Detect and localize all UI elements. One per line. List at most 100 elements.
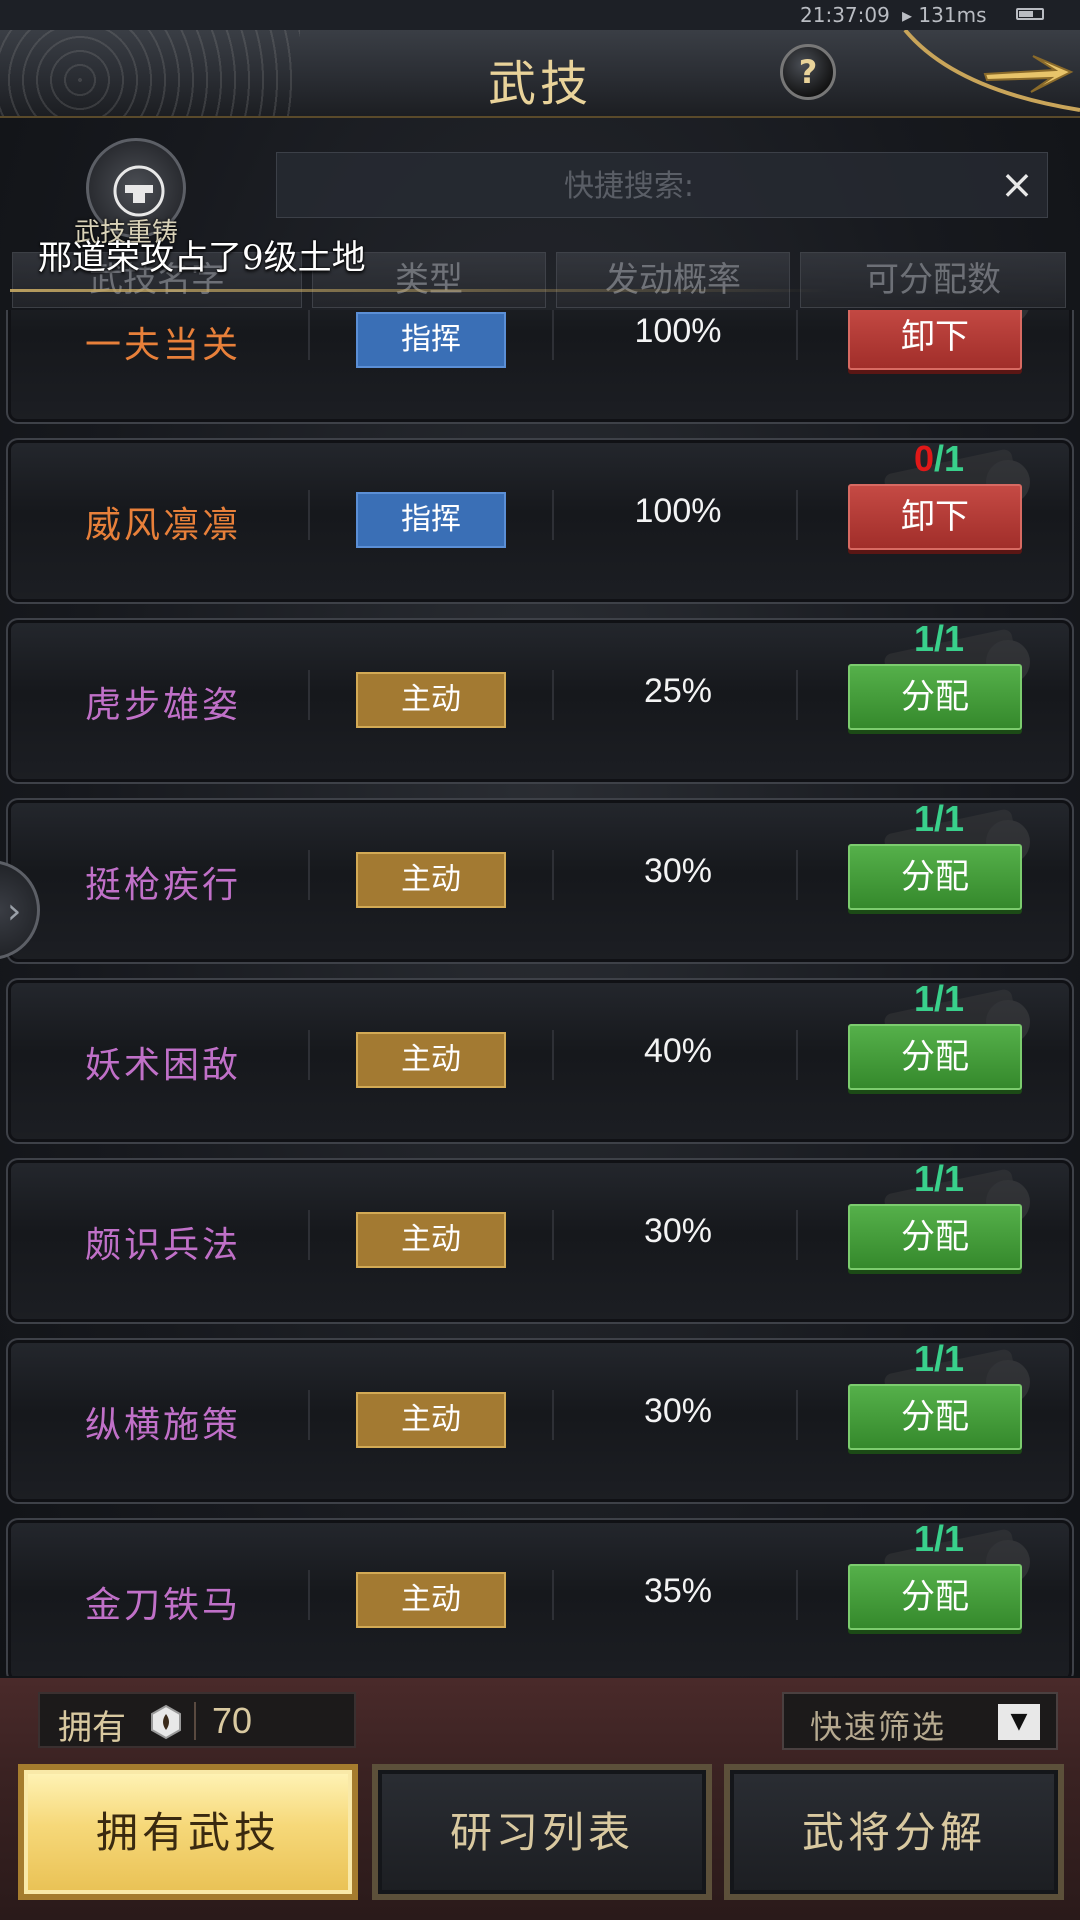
quick-filter-label: 快速筛选	[810, 1708, 947, 1746]
skill-name: 虎步雄姿	[84, 685, 241, 726]
assign-button[interactable]: 分配	[848, 1204, 1022, 1270]
count-separator: /	[933, 438, 944, 479]
row-divider	[552, 490, 554, 540]
skill-rate: 40%	[643, 1032, 713, 1070]
bottom-panel: 拥有 70 快速筛选 ▼ 拥有武技 研习列表 武将分解	[0, 1678, 1080, 1920]
row-divider	[552, 670, 554, 720]
row-divider	[308, 490, 310, 540]
search-input[interactable]	[277, 153, 981, 219]
row-divider	[552, 1570, 554, 1620]
row-divider	[796, 1570, 798, 1620]
assigned-value: 1	[913, 1158, 934, 1199]
skill-name: 颇识兵法	[84, 1225, 241, 1266]
chevron-down-icon: ▼	[998, 1704, 1040, 1740]
assign-count: 1/1	[854, 1338, 1024, 1380]
skill-name: 挺枪疾行	[84, 865, 241, 906]
total-value: 1	[944, 1518, 965, 1559]
assign-count: 1/1	[854, 798, 1024, 840]
column-header-rate: 发动概率	[556, 252, 790, 308]
assign-button[interactable]: 分配	[848, 1024, 1022, 1090]
row-divider	[308, 1210, 310, 1260]
skill-row: 一夫当关指挥100%0/1卸下	[6, 310, 1074, 424]
skill-row: 颇识兵法 主动 30% 1/1 分配	[6, 1158, 1074, 1324]
row-divider	[552, 1030, 554, 1080]
count-separator: /	[933, 1158, 944, 1199]
row-divider	[796, 1030, 798, 1080]
broadcast-notice: 邢道荣攻占了9级土地	[38, 238, 366, 278]
assign-button[interactable]: 分配	[848, 664, 1022, 730]
skill-list: 一夫当关指挥100%0/1卸下威风凛凛指挥100%0/1卸下虎步雄姿主动25%1…	[0, 310, 1080, 1676]
row-divider	[796, 850, 798, 900]
total-value: 1	[944, 618, 965, 659]
count-separator: /	[933, 1338, 944, 1379]
help-button[interactable]: ?	[780, 44, 836, 100]
skill-type-badge: 主动	[356, 672, 506, 728]
assign-button[interactable]: 分配	[848, 844, 1022, 910]
row-divider	[552, 1210, 554, 1260]
assigned-value: 1	[913, 798, 934, 839]
owned-label: 拥有	[58, 1708, 126, 1748]
row-divider	[796, 1210, 798, 1260]
row-divider	[552, 310, 554, 360]
battery-icon	[1016, 8, 1044, 20]
assign-count: 1/1	[854, 618, 1024, 660]
assign-count: 1/1	[854, 1518, 1024, 1560]
tab-study-list[interactable]: 研习列表	[372, 1764, 712, 1900]
status-bar: 21:37:09 ▸ 131ms	[0, 0, 1080, 30]
skill-name: 妖术困敌	[84, 1045, 241, 1086]
chevron-right-icon: ›	[7, 891, 22, 932]
assign-count: 1/1	[854, 1158, 1024, 1200]
count-separator: /	[933, 978, 944, 1019]
skill-rate: 25%	[643, 672, 713, 710]
count-separator: /	[933, 798, 944, 839]
assign-button[interactable]: 分配	[848, 1384, 1022, 1450]
total-value: 1	[944, 1158, 965, 1199]
skills-screen: 21:37:09 ▸ 131ms 武技 ? 武技重铸 × 邢道荣攻占了9级土地 …	[0, 0, 1080, 1920]
total-value: 1	[944, 1338, 965, 1379]
back-button[interactable]	[895, 30, 1080, 116]
skill-row: 威风凛凛 指挥 100% 0/1 卸下	[6, 438, 1074, 604]
total-value: 1	[944, 978, 965, 1019]
row-divider	[552, 1390, 554, 1440]
clock: 21:37:09	[800, 3, 890, 27]
anvil-icon	[113, 165, 165, 217]
assigned-value: 1	[913, 1518, 934, 1559]
column-header-count: 可分配数	[800, 252, 1066, 308]
row-divider	[308, 850, 310, 900]
skill-rate: 30%	[643, 1212, 713, 1250]
count-separator: /	[933, 1518, 944, 1559]
tab-general-decompose[interactable]: 武将分解	[724, 1764, 1064, 1900]
quick-filter-dropdown[interactable]: 快速筛选 ▼	[782, 1692, 1058, 1750]
skill-name: 一夫当关	[84, 325, 241, 366]
skill-type-badge: 主动	[356, 1212, 506, 1268]
row-divider	[308, 1390, 310, 1440]
row-divider	[308, 670, 310, 720]
unload-button[interactable]: 卸下	[848, 484, 1022, 550]
skill-type-badge: 主动	[356, 1392, 506, 1448]
row-divider	[308, 1570, 310, 1620]
owned-counter: 拥有 70	[38, 1692, 356, 1748]
skill-rate: 30%	[643, 852, 713, 890]
arrow-right-icon	[903, 30, 1080, 112]
skill-row: 金刀铁马 主动 35% 1/1 分配	[6, 1518, 1074, 1676]
skill-type-badge: 指挥	[356, 312, 506, 368]
skill-row: 纵横施策 主动 30% 1/1 分配	[6, 1338, 1074, 1504]
row-divider	[308, 310, 310, 360]
row-divider	[308, 1030, 310, 1080]
skill-name: 金刀铁马	[84, 1585, 241, 1626]
assigned-value: 0	[913, 438, 934, 479]
skill-type-badge: 主动	[356, 1572, 506, 1628]
wifi-icon: ▸	[902, 3, 919, 27]
unload-button[interactable]: 卸下	[848, 310, 1022, 370]
tab-owned-skills[interactable]: 拥有武技	[18, 1764, 358, 1900]
assign-count: 1/1	[854, 978, 1024, 1020]
assigned-value: 1	[913, 978, 934, 1019]
row-divider	[796, 1390, 798, 1440]
assign-button[interactable]: 分配	[848, 1564, 1022, 1630]
skill-rate: 30%	[643, 1392, 713, 1430]
skill-rate: 35%	[643, 1572, 713, 1610]
skill-name: 威风凛凛	[84, 505, 241, 546]
close-icon[interactable]: ×	[997, 165, 1037, 205]
skill-type-badge: 主动	[356, 852, 506, 908]
skill-name: 纵横施策	[84, 1405, 241, 1446]
